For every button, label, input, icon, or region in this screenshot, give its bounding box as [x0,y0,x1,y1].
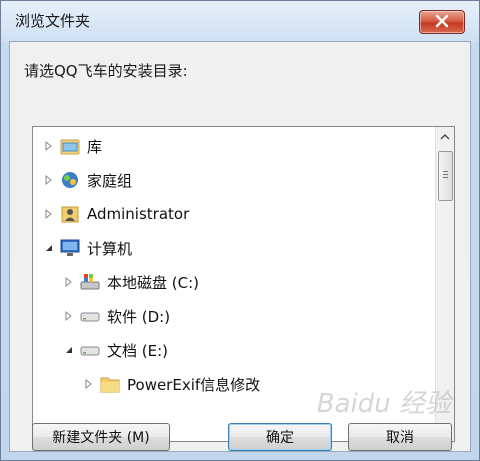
tree-item-drive-c[interactable]: 本地磁盘 (C:) [63,268,199,296]
tree-item-label: 家庭组 [87,171,133,190]
expand-arrow-icon[interactable] [83,378,95,390]
tree-item-folder-powerexif[interactable]: PowerExif信息修改 [83,370,260,398]
close-icon [435,14,449,28]
tree-item-label: PowerExif信息修改 [127,375,261,394]
tree-item-drive-d[interactable]: 软件 (D:) [63,302,170,330]
drive-icon [79,306,101,326]
expand-arrow-icon[interactable] [63,310,75,322]
system-drive-icon [79,272,101,292]
tree-item-label: 计算机 [87,239,133,258]
scroll-up-button[interactable] [437,129,453,145]
expand-arrow-icon[interactable] [43,174,55,186]
user-folder-icon [59,204,81,224]
homegroup-icon [59,170,81,190]
drive-icon [79,340,101,360]
tree-item-label: 本地磁盘 (C:) [107,273,199,292]
expand-arrow-icon[interactable] [43,140,55,152]
collapse-arrow-icon[interactable] [63,344,75,356]
collapse-arrow-icon[interactable] [43,242,55,254]
scrollbar-thumb[interactable] [438,151,453,201]
title-bar[interactable]: 浏览文件夹 [1,1,479,41]
library-icon [59,136,81,156]
tree-item-drive-e[interactable]: 文档 (E:) [63,336,168,364]
folder-icon [99,374,121,394]
expand-arrow-icon[interactable] [63,276,75,288]
close-button[interactable] [419,10,465,34]
tree-item-administrator[interactable]: Administrator [43,200,189,228]
cancel-button[interactable]: 取消 [348,423,452,451]
tree-item-label: Administrator [87,205,190,223]
watermark: Baidu 经验 [316,389,451,419]
ok-button[interactable]: 确定 [228,423,332,451]
tree-item-label: 文档 (E:) [107,341,169,360]
window-title: 浏览文件夹 [15,12,91,30]
browse-folder-dialog: 浏览文件夹 请选QQ飞车的安装目录: 库 家庭组 Administrator 计… [0,0,480,461]
computer-icon [59,238,81,258]
expand-arrow-icon[interactable] [43,208,55,220]
chevron-up-icon [440,134,450,140]
new-folder-button[interactable]: 新建文件夹 (M) [32,423,170,451]
tree-item-label: 软件 (D:) [107,307,171,326]
tree-item-computer[interactable]: 计算机 [43,234,132,262]
dialog-prompt: 请选QQ飞车的安装目录: [24,62,188,80]
tree-item-label: 库 [87,137,103,156]
tree-item-homegroup[interactable]: 家庭组 [43,166,132,194]
tree-item-library[interactable]: 库 [43,132,102,160]
